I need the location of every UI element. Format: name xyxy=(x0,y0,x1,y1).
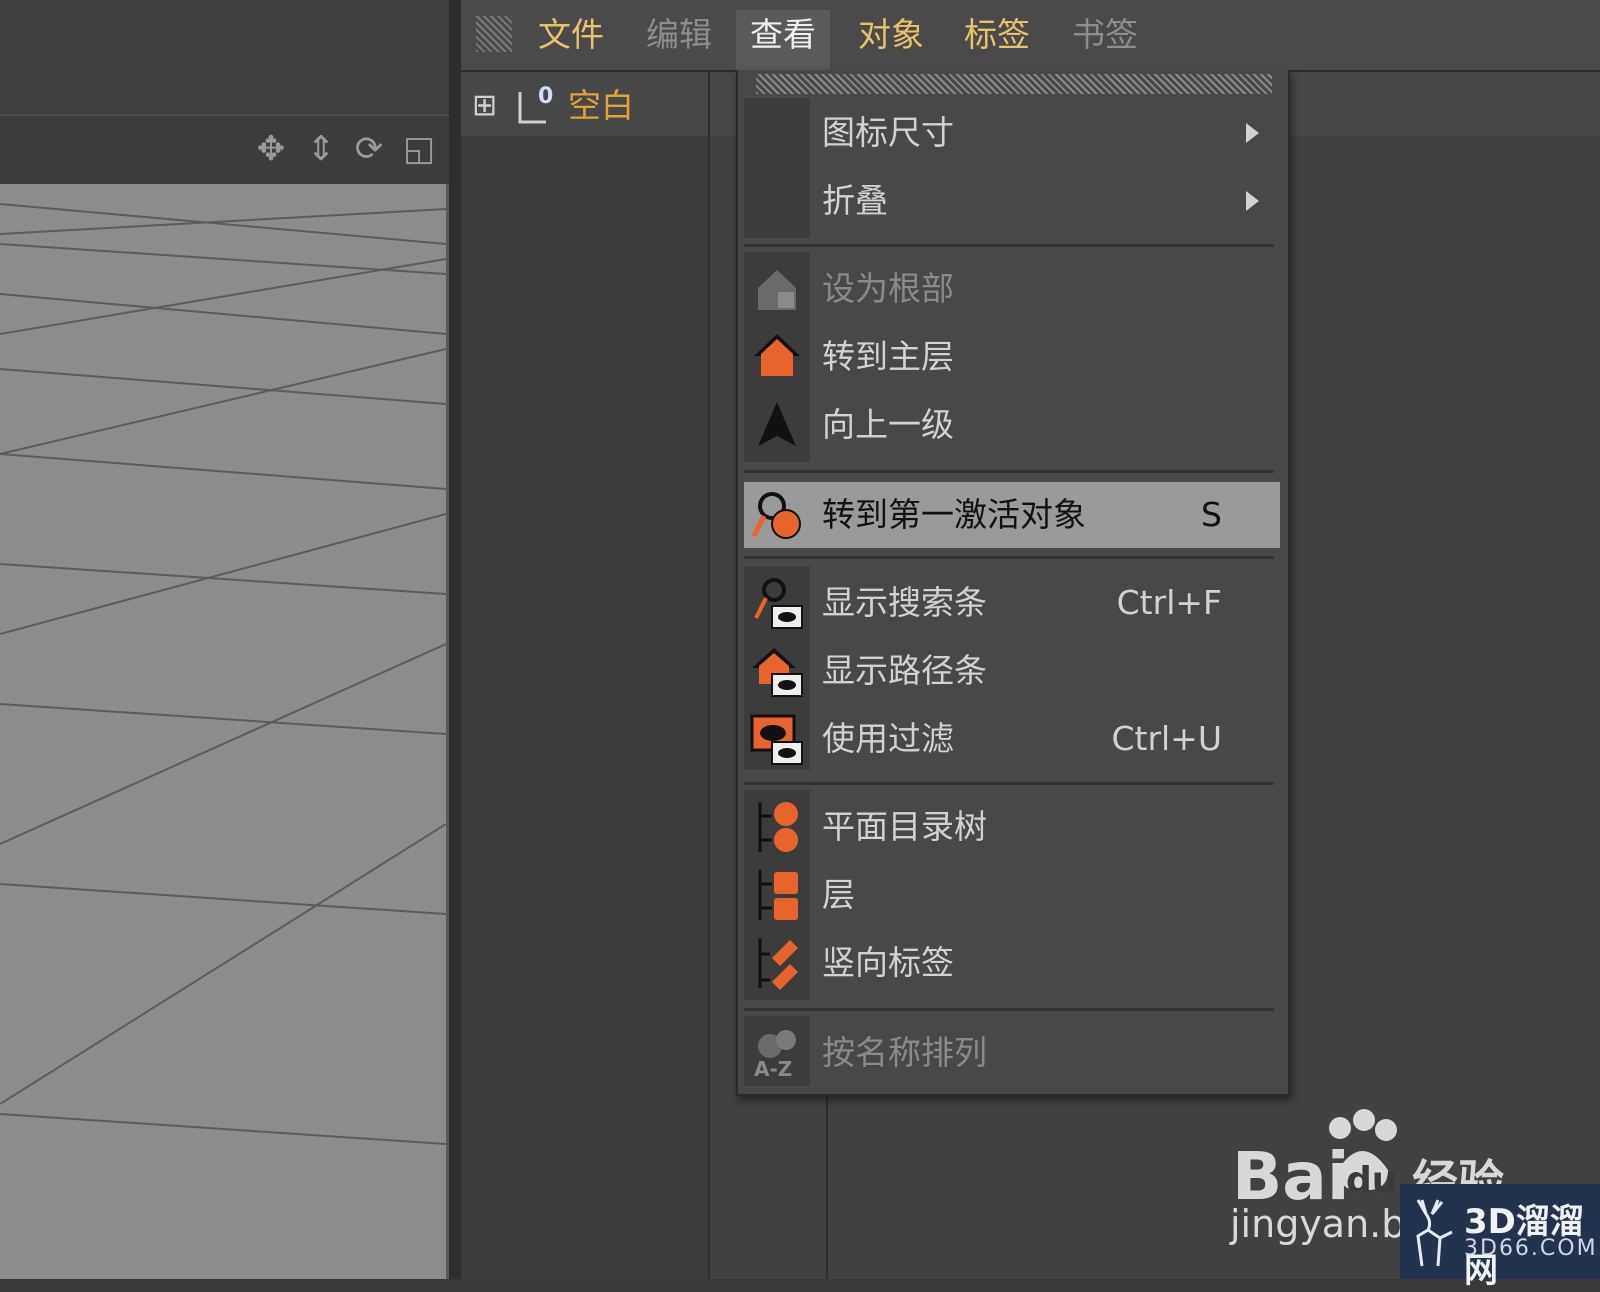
3d-viewport[interactable] xyxy=(0,184,449,1279)
brand-url: 3D66.COM xyxy=(1464,1236,1598,1261)
menu-separator xyxy=(744,470,1274,473)
menu-separator xyxy=(744,556,1274,559)
menu-item-label: 平面目录树 xyxy=(822,807,987,846)
menu-item-label: 图标尺寸 xyxy=(822,113,954,152)
menu-bookmarks[interactable]: 书签 xyxy=(1058,10,1152,60)
set-root-icon xyxy=(750,262,804,316)
tearoff-strip[interactable] xyxy=(756,74,1272,94)
sort-az-icon: A-Z xyxy=(750,1026,804,1081)
show-path-icon xyxy=(750,644,804,698)
search-object-icon xyxy=(750,488,804,542)
menu-item-label: 层 xyxy=(822,875,855,914)
grid-lines xyxy=(0,203,446,1145)
menu-item-label: 转到主层 xyxy=(822,337,954,376)
grip-icon[interactable] xyxy=(476,16,512,52)
zoom-icon[interactable]: ⇕ xyxy=(300,128,342,170)
layer-badge: 0 xyxy=(538,84,554,109)
menu-separator xyxy=(744,782,1274,785)
column-separator xyxy=(826,1070,828,1279)
panel-divider[interactable] xyxy=(449,0,461,1279)
menu-item-label: 折叠 xyxy=(822,181,888,220)
menu-item-label: 竖向标签 xyxy=(822,943,954,982)
viewport-header xyxy=(0,0,458,112)
menu-item-label: 设为根部 xyxy=(822,269,954,308)
menu-item-label: 显示路径条 xyxy=(822,651,987,690)
maximize-view-icon[interactable]: ◱ xyxy=(398,128,440,170)
deer-logo-icon xyxy=(1408,1196,1458,1276)
menu-file[interactable]: 文件 xyxy=(524,10,618,60)
layer-icon xyxy=(750,868,804,922)
baidu-du-text: du xyxy=(1346,1160,1398,1201)
object-name[interactable]: 空白 xyxy=(568,82,634,130)
menu-item-shortcut: Ctrl+U xyxy=(1111,719,1222,758)
menu-view[interactable]: 查看 xyxy=(736,10,830,70)
menu-item-label: 使用过滤 xyxy=(822,719,954,758)
up-arrow-icon xyxy=(750,398,804,452)
menu-item-label: 向上一级 xyxy=(822,405,954,444)
rotate-icon[interactable]: ⟳ xyxy=(348,128,390,170)
menu-tags[interactable]: 标签 xyxy=(950,10,1044,60)
menu-item-shortcut: Ctrl+F xyxy=(1116,583,1222,622)
vertical-tags-icon xyxy=(750,936,804,990)
submenu-arrow-icon xyxy=(1246,191,1259,211)
expand-icon[interactable]: ⊞ xyxy=(472,88,504,124)
menu-edit[interactable]: 编辑 xyxy=(632,10,726,60)
menu-item-label: 转到第一激活对象 xyxy=(822,495,1086,534)
menu-item-label: 按名称排列 xyxy=(822,1033,987,1072)
filter-icon xyxy=(750,712,804,766)
menu-object[interactable]: 对象 xyxy=(844,10,938,60)
move-icon[interactable]: ✥ xyxy=(250,128,292,170)
submenu-arrow-icon xyxy=(1246,123,1259,143)
flat-tree-icon xyxy=(750,800,804,854)
menu-item-label: 显示搜索条 xyxy=(822,583,987,622)
menu-separator xyxy=(744,1008,1274,1011)
svg-text:A-Z: A-Z xyxy=(754,1057,792,1080)
show-search-icon xyxy=(750,576,804,630)
menu-item-shortcut: S xyxy=(1201,495,1222,534)
column-separator[interactable] xyxy=(708,72,710,1279)
menu-separator xyxy=(744,244,1274,247)
home-icon xyxy=(750,330,804,384)
object-list[interactable] xyxy=(461,136,708,1279)
